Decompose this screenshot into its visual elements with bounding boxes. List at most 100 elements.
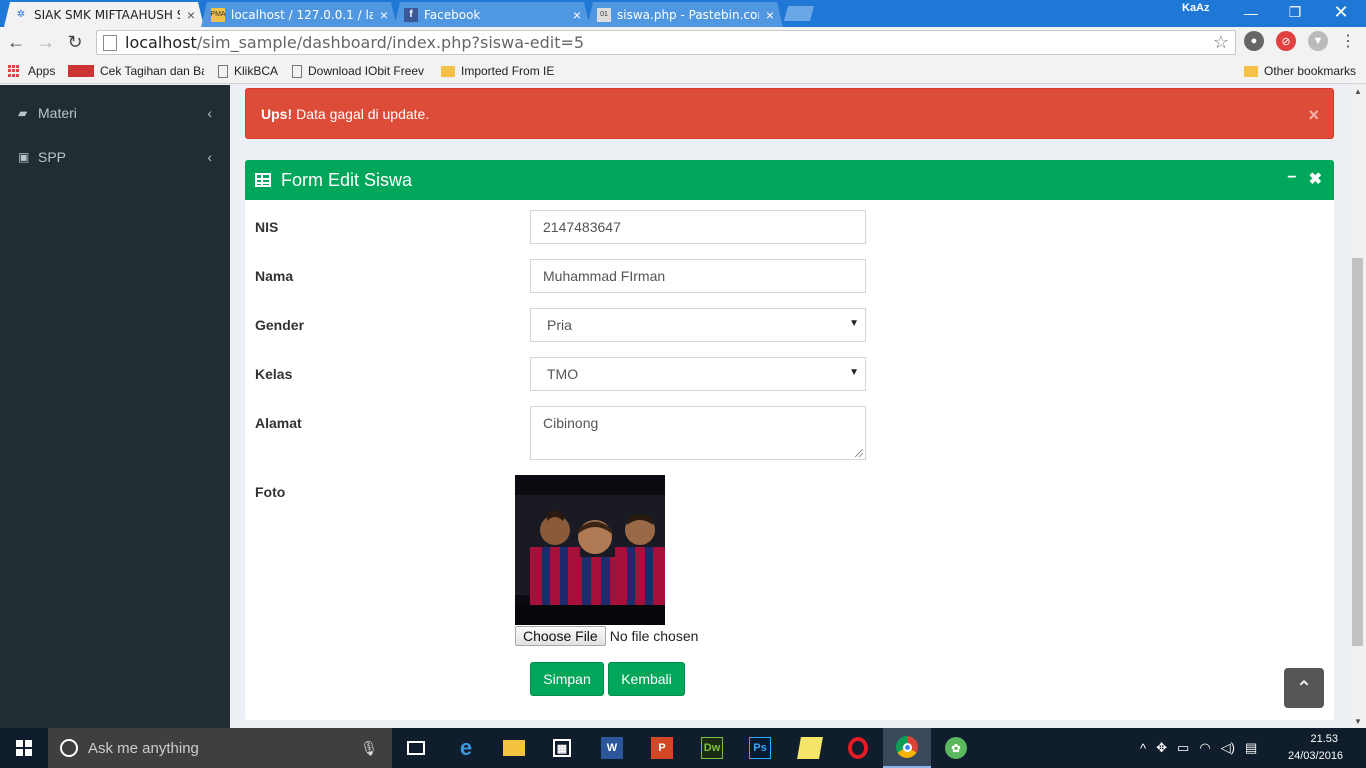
page-scrollbar[interactable]: ▲ ▼ [1350,85,1366,728]
menu-kebab-icon[interactable]: ⋮ [1338,31,1358,51]
taskbar-app[interactable]: ✿ [932,728,980,768]
minimize-icon[interactable]: — [1228,0,1274,25]
resize-grip-icon[interactable] [855,449,863,457]
windows-taskbar: Ask me anything 🎙 e ▦ W P Dw Ps ✿ ^ ✥ ▭ … [0,728,1366,768]
back-arrow-icon[interactable]: ← [4,30,28,54]
url-text: localhost/sim_sample/dashboard/index.php… [125,33,585,52]
windows-logo-icon [16,740,32,756]
browser-toolbar: ← → ↻ localhost/sim_sample/dashboard/ind… [0,27,1366,58]
page-icon [218,64,228,78]
sidebar-item-spp[interactable]: ▣ SPP ‹ [0,135,230,179]
taskbar-explorer[interactable] [490,728,538,768]
taskbar-dreamweaver[interactable]: Dw [688,728,736,768]
extension-shield-icon[interactable]: ▼ [1308,31,1328,51]
bookmark-iobit[interactable]: Download IObit Freev [292,62,430,80]
page-icon [103,34,117,51]
bank-favicon-icon [68,65,94,77]
powerpoint-icon: P [651,737,673,759]
simpan-button[interactable]: Simpan [530,662,604,696]
close-window-icon[interactable]: ✕ [1318,0,1364,25]
taskbar-edge[interactable]: e [442,728,490,768]
close-tab-icon[interactable]: × [763,7,777,23]
battery-icon[interactable]: ▭ [1177,740,1189,756]
sidebar-item-label: Materi [38,105,77,121]
taskbar-word[interactable]: W [588,728,636,768]
address-bar[interactable]: localhost/sim_sample/dashboard/index.php… [96,30,1236,55]
taskbar-powerpoint[interactable]: P [638,728,686,768]
bookmark-cek-tagihan[interactable]: Cek Tagihan dan Ba [68,62,204,80]
collapse-icon[interactable]: − [1287,169,1296,189]
profile-name[interactable]: KaAz [1182,2,1210,14]
dropdown-arrow-icon: ▼ [849,367,859,378]
kelas-label: Kelas [255,366,293,382]
alamat-textarea[interactable]: Cibinong [530,406,866,460]
bookmark-apps[interactable]: Apps [8,62,55,80]
taskbar-photoshop[interactable]: Ps [736,728,784,768]
close-tab-icon[interactable]: × [377,7,391,23]
alert-strong: Ups! [261,105,293,122]
file-input[interactable]: Choose File No file chosen [515,626,698,646]
scroll-down-arrow-icon[interactable]: ▼ [1354,717,1362,726]
action-center-icon[interactable]: ▤ [1245,740,1257,756]
clock[interactable]: 21.53 24/03/2016 [1288,731,1343,765]
new-tab-button[interactable] [784,6,814,21]
extension-globe-icon[interactable]: ● [1244,31,1264,51]
apps-grid-icon [8,65,22,77]
pastebin-favicon-icon: 01 [597,8,611,22]
kembali-button[interactable]: Kembali [608,662,685,696]
nis-label: NIS [255,219,279,235]
extension-block-icon[interactable]: ⊘ [1276,31,1296,51]
tab-facebook[interactable]: f Facebook × [394,2,590,27]
bookmark-star-icon[interactable]: ☆ [1213,32,1229,53]
chevron-up-icon[interactable]: ^ [1140,741,1146,756]
tab-phpmyadmin[interactable]: PMA localhost / 127.0.0.1 / lab × [201,2,397,27]
scroll-to-top-button[interactable]: ⌃ [1284,668,1324,708]
store-icon: ▦ [553,739,571,757]
bookmark-other[interactable]: Other bookmarks [1244,62,1356,80]
page-icon [292,64,302,78]
start-button[interactable] [0,728,48,768]
task-view-icon [407,741,425,755]
choose-file-button[interactable]: Choose File [515,626,606,646]
scroll-up-arrow-icon[interactable]: ▲ [1354,87,1362,96]
bookmark-imported-ie[interactable]: Imported From IE [441,62,554,80]
wifi-icon[interactable]: ◠ [1199,740,1210,756]
word-icon: W [601,737,623,759]
scrollbar-thumb[interactable] [1352,258,1363,646]
nama-input[interactable]: Muhammad FIrman [530,259,866,293]
dropbox-icon[interactable]: ✥ [1156,740,1167,756]
tab-siak[interactable]: ✲ SIAK SMK MIFTAAHUSH S × [4,2,204,27]
reload-icon[interactable]: ↻ [63,30,87,54]
gender-select[interactable]: Pria ▼ [530,308,866,342]
task-view-button[interactable] [392,728,440,768]
taskbar-opera[interactable] [834,728,882,768]
chevron-left-icon: ‹ [207,105,212,121]
remove-icon[interactable]: ✖ [1309,169,1322,189]
close-tab-icon[interactable]: × [184,7,198,23]
nis-input[interactable]: 2147483647 [530,210,866,244]
table-icon [255,173,271,187]
taskbar-sticky[interactable] [786,728,834,768]
close-tab-icon[interactable]: × [570,7,584,23]
maximize-icon[interactable]: ❐ [1272,0,1318,25]
microphone-icon[interactable]: 🎙 [360,740,378,757]
close-icon[interactable]: × [1308,105,1319,126]
folder-icon [441,65,455,77]
tab-pastebin[interactable]: 01 siswa.php - Pastebin.com × [587,2,783,27]
taskbar-store[interactable]: ▦ [538,728,586,768]
alamat-label: Alamat [255,415,302,431]
nama-label: Nama [255,268,294,284]
bookmarks-bar: Apps Cek Tagihan dan Ba KlikBCA Download… [0,58,1366,84]
gender-value: Pria [547,317,572,333]
main-content: Ups! Data gagal di update. × Form Edit S… [230,85,1350,728]
sidebar-item-materi[interactable]: ▰ Materi ‹ [0,91,230,135]
bookmark-klikbca[interactable]: KlikBCA [218,62,278,80]
kelas-select[interactable]: TMO ▼ [530,357,866,391]
forward-arrow-icon[interactable]: → [34,30,58,54]
cortana-search-box[interactable]: Ask me anything 🎙 [48,728,392,768]
volume-icon[interactable]: ◁) [1221,740,1235,756]
browser-tab-strip: ✲ SIAK SMK MIFTAAHUSH S × PMA localhost … [0,0,1366,27]
photoshop-icon: Ps [749,737,771,759]
book-icon: ▰ [18,106,28,120]
taskbar-chrome[interactable] [883,728,931,768]
